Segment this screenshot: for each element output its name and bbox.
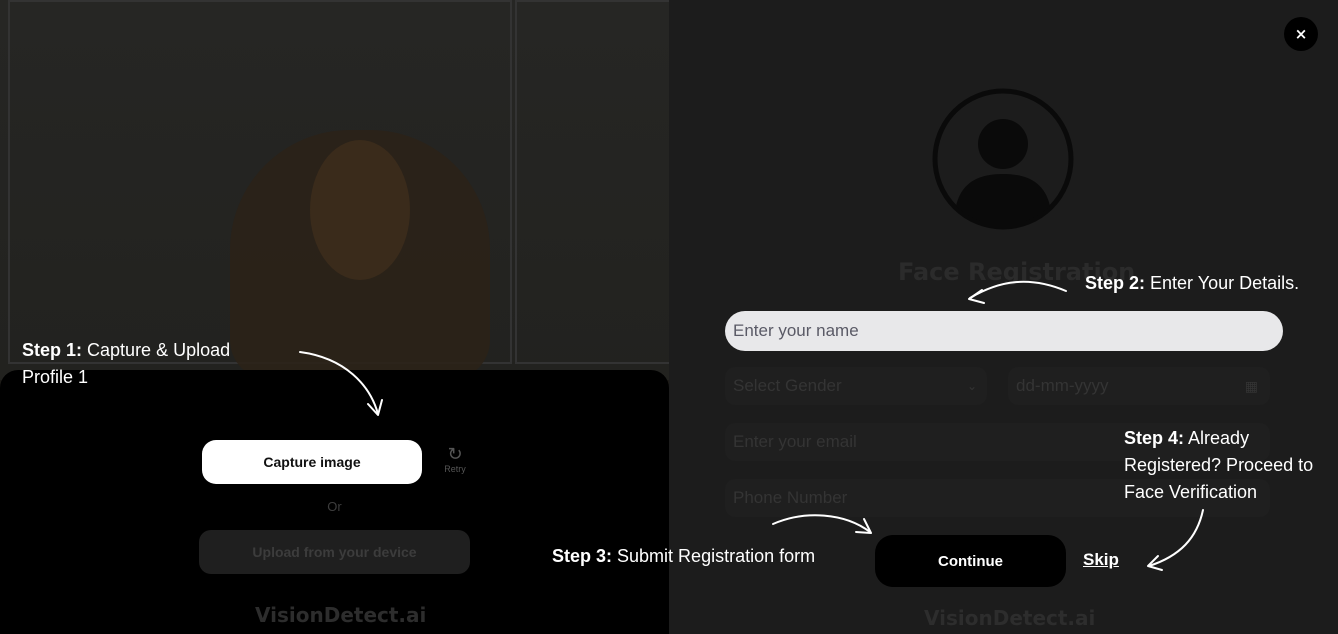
retry-icon: ↻	[447, 444, 463, 465]
step-1-label: Step 1:	[22, 340, 83, 360]
step-3-arrow-icon	[772, 514, 872, 534]
or-divider: Or	[327, 499, 342, 514]
camera-window-frame	[515, 0, 669, 364]
dob-placeholder: dd-mm-yyyy	[1016, 376, 1109, 395]
date-of-birth-input[interactable]: dd-mm-yyyy ▦	[1008, 367, 1270, 405]
step-4-arrow-icon	[1147, 509, 1204, 571]
retry-label: Retry	[444, 464, 466, 474]
continue-button[interactable]: Continue	[875, 535, 1066, 587]
step-3-text: Submit Registration form	[617, 546, 816, 566]
upload-from-device-button[interactable]: Upload from your device	[199, 530, 470, 574]
skip-link[interactable]: Skip	[1083, 550, 1119, 570]
step-3-label: Step 3:	[552, 546, 613, 566]
capture-image-button[interactable]: Capture image	[202, 440, 422, 484]
calendar-icon[interactable]: ▦	[1245, 367, 1258, 405]
brand-logo-form: VisionDetect.ai	[924, 606, 1096, 630]
chevron-down-icon: ⌄	[966, 379, 977, 393]
step-2-label: Step 2:	[1085, 273, 1146, 293]
step-3-annotation: Step 3: Submit Registration form	[552, 543, 815, 570]
name-input[interactable]	[725, 311, 1283, 351]
step-4-label: Step 4:	[1124, 428, 1185, 448]
camera-subject-face	[310, 140, 410, 280]
brand-logo: VisionDetect.ai	[255, 603, 427, 627]
close-icon: ×	[1294, 25, 1308, 43]
email-placeholder: Enter your email	[733, 432, 857, 451]
phone-placeholder: Phone Number	[733, 488, 848, 507]
step-2-text: Enter Your Details.	[1150, 273, 1300, 293]
step-4-annotation: Step 4: Already Registered? Proceed to F…	[1124, 425, 1338, 506]
retry-button[interactable]: ↻ Retry	[440, 444, 470, 475]
gender-placeholder: Select Gender	[733, 376, 842, 395]
step-2-annotation: Step 2: Enter Your Details.	[1085, 270, 1299, 297]
gender-select[interactable]: Select Gender ⌄	[725, 367, 987, 405]
close-button[interactable]: ×	[1284, 17, 1318, 51]
step-1-annotation: Step 1: Capture & Upload Profile 1	[22, 337, 272, 391]
user-avatar-icon	[932, 88, 1074, 230]
